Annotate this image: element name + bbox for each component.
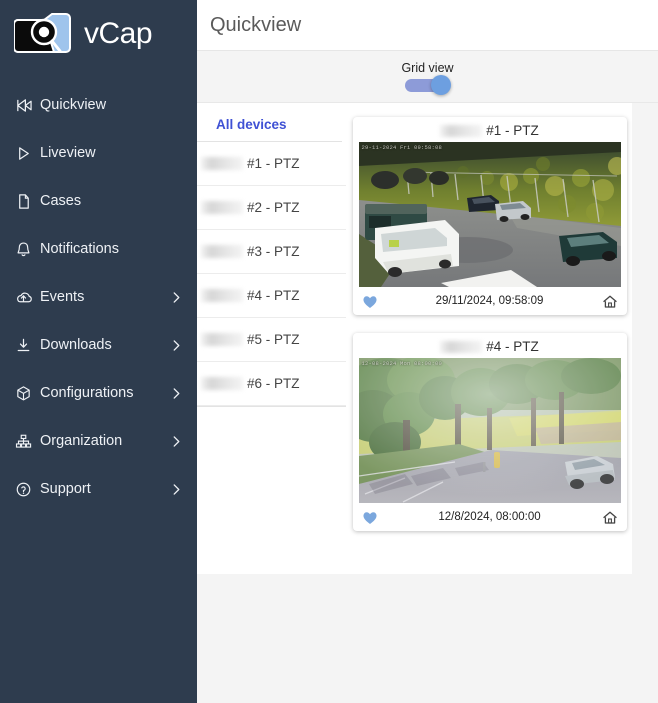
sidebar-item-notifications[interactable]: Notifications	[0, 225, 197, 273]
home-icon[interactable]	[602, 294, 618, 309]
overlay-timestamp: 12-08-2024 Mon 08:00:00	[361, 360, 443, 367]
sidebar-item-label: Notifications	[40, 241, 119, 257]
device-name: #3 - PTZ	[247, 244, 300, 259]
sidebar-item-label: Liveview	[40, 145, 96, 161]
device-list-panel: All devices #1 - PTZ #2 - PTZ #3 - PTZ #…	[197, 103, 347, 574]
road-autumn-scene	[358, 142, 621, 287]
device-list-item[interactable]: #1 - PTZ	[197, 142, 346, 186]
device-list-item[interactable]: #6 - PTZ	[197, 362, 346, 406]
events-cloud-icon	[10, 289, 36, 306]
fast-forward-icon	[10, 97, 36, 114]
camera-thumbnail[interactable]: 12-08-2024 Mon 08:00:00	[358, 358, 621, 503]
redacted-label	[201, 201, 243, 214]
device-name: #2 - PTZ	[247, 200, 300, 215]
page-title: Quickview	[210, 13, 302, 36]
app-root: vCap Quickview Liveview Cases Notificati…	[0, 0, 658, 703]
brand-name: vCap	[84, 16, 153, 50]
sidebar-item-downloads[interactable]: Downloads	[0, 321, 197, 369]
sidebar-item-configurations[interactable]: Configurations	[0, 369, 197, 417]
grid-view-toolbar: Grid view	[197, 51, 658, 103]
device-name: #1 - PTZ	[247, 156, 300, 171]
sidebar-item-label: Downloads	[40, 337, 112, 353]
brand-logo[interactable]: vCap	[0, 0, 197, 67]
sidebar: vCap Quickview Liveview Cases Notificati…	[0, 0, 197, 703]
park-summer-scene	[358, 358, 621, 503]
camera-card-title: #4 - PTZ	[486, 339, 539, 354]
org-tree-icon	[10, 433, 36, 450]
camera-thumbnail[interactable]: 29-11-2024 Fri 09:58:08	[358, 142, 621, 287]
page-header: Quickview	[197, 0, 658, 51]
grid-view-toggle[interactable]	[404, 74, 451, 95]
sidebar-item-cases[interactable]: Cases	[0, 177, 197, 225]
overlay-timestamp: 29-11-2024 Fri 09:58:08	[361, 144, 443, 151]
sidebar-item-liveview[interactable]: Liveview	[0, 129, 197, 177]
camera-card-header: #4 - PTZ	[353, 333, 627, 358]
grid-view-label: Grid view	[401, 60, 454, 75]
camera-timestamp: 12/8/2024, 08:00:00	[438, 511, 541, 523]
device-list-item[interactable]: #2 - PTZ	[197, 186, 346, 230]
sidebar-item-label: Quickview	[40, 97, 107, 113]
sidebar-item-quickview[interactable]: Quickview	[0, 81, 197, 129]
camera-timestamp: 29/11/2024, 09:58:09	[435, 295, 544, 307]
camera-card-header: #1 - PTZ	[353, 117, 627, 142]
sidebar-item-organization[interactable]: Organization	[0, 417, 197, 465]
toggle-knob	[430, 74, 451, 95]
bell-icon	[10, 241, 36, 258]
chevron-right-icon[interactable]	[169, 291, 183, 304]
sidebar-item-support[interactable]: Support	[0, 465, 197, 513]
heart-icon[interactable]	[362, 294, 378, 309]
camera-card[interactable]: #4 - PTZ 12-08-2024 Mon 08:00:00 12/8/20…	[352, 333, 627, 531]
home-icon[interactable]	[602, 510, 618, 525]
question-circle-icon	[10, 481, 36, 498]
page-bottom-area	[197, 574, 658, 703]
camera-folder-logo-icon	[13, 12, 76, 56]
main-content: Quickview Grid view All devices #1 - PTZ	[197, 0, 658, 703]
camera-card-title: #1 - PTZ	[486, 123, 539, 138]
cube-icon	[10, 385, 36, 402]
sidebar-item-label: Configurations	[40, 385, 134, 401]
camera-card-footer: 12/8/2024, 08:00:00	[353, 503, 627, 531]
download-icon	[10, 337, 36, 354]
sidebar-item-label: Organization	[40, 433, 123, 449]
sidebar-item-label: Events	[40, 289, 85, 305]
redacted-label	[440, 124, 483, 137]
device-name: #4 - PTZ	[247, 288, 300, 303]
device-list-item[interactable]: #3 - PTZ	[197, 230, 346, 274]
redacted-label	[201, 289, 243, 302]
redacted-label	[201, 157, 243, 170]
divider	[197, 406, 346, 407]
device-name: #5 - PTZ	[247, 332, 300, 347]
chevron-right-icon[interactable]	[169, 483, 183, 496]
camera-card-grid: #1 - PTZ 29-11-2024 Fri 09:58:08 29/11/2…	[347, 103, 632, 574]
sidebar-item-label: Cases	[40, 193, 82, 209]
chevron-right-icon[interactable]	[169, 387, 183, 400]
sidebar-item-label: Support	[40, 481, 91, 497]
device-name: #6 - PTZ	[247, 376, 300, 391]
card-area-filler	[632, 103, 658, 574]
play-icon	[10, 145, 36, 162]
quickview-body: All devices #1 - PTZ #2 - PTZ #3 - PTZ #…	[197, 103, 658, 574]
redacted-label	[440, 340, 483, 353]
tab-all-devices[interactable]: All devices	[197, 111, 346, 141]
sidebar-nav: Quickview Liveview Cases Notifications E…	[0, 67, 197, 513]
chevron-right-icon[interactable]	[169, 339, 183, 352]
camera-card-footer: 29/11/2024, 09:58:09	[353, 287, 627, 315]
sidebar-item-events[interactable]: Events	[0, 273, 197, 321]
heart-icon[interactable]	[362, 510, 378, 525]
device-list-item[interactable]: #4 - PTZ	[197, 274, 346, 318]
document-icon	[10, 193, 36, 210]
redacted-label	[201, 377, 243, 390]
redacted-label	[201, 245, 243, 258]
device-list-item[interactable]: #5 - PTZ	[197, 318, 346, 362]
camera-card[interactable]: #1 - PTZ 29-11-2024 Fri 09:58:08 29/11/2…	[352, 117, 627, 315]
redacted-label	[201, 333, 243, 346]
chevron-right-icon[interactable]	[169, 435, 183, 448]
